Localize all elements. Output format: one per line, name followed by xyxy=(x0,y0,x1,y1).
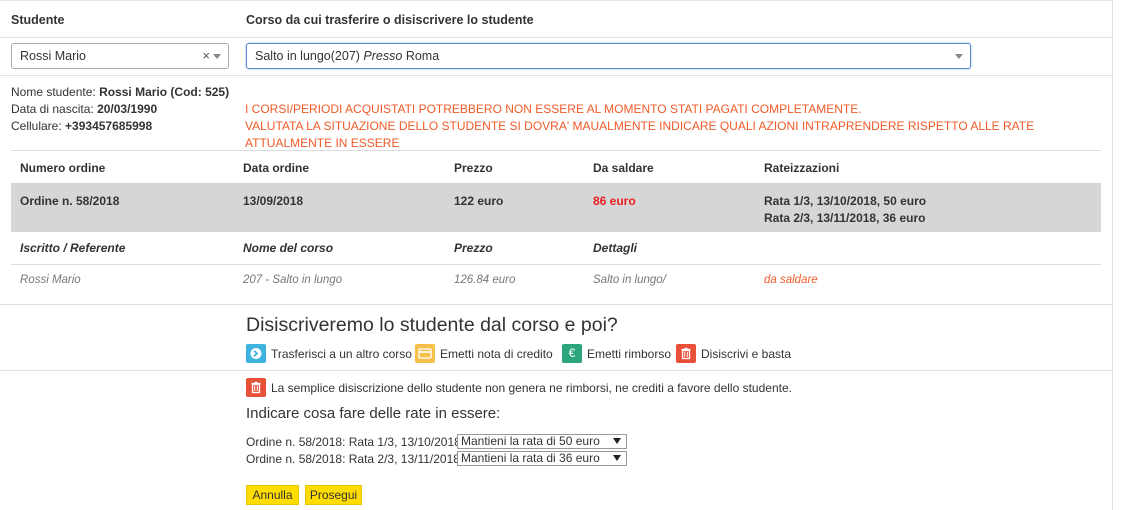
rate-line-2: Ordine n. 58/2018: Rata 2/3, 13/11/2018,… xyxy=(246,451,627,467)
enrollment-subheader: Iscritto / Referente Nome del corso Prez… xyxy=(11,232,1101,265)
birth-value: 20/03/1990 xyxy=(97,102,158,116)
warning-line-1: I CORSI/PERIODI ACQUISTATI POTREBBERO NO… xyxy=(245,102,862,116)
enrolled-name: Rossi Mario xyxy=(20,274,81,286)
divider xyxy=(0,370,1112,371)
order-price: 122 euro xyxy=(454,194,504,208)
col-sub-price: Prezzo xyxy=(454,241,493,255)
trash-icon xyxy=(676,344,696,363)
credit-note-button[interactable]: Emetti nota di credito xyxy=(415,344,558,364)
rate-action-select[interactable]: Mantieni la rata di 36 euro xyxy=(457,451,627,466)
installment-1: Rata 1/3, 13/10/2018, 50 euro xyxy=(764,194,927,208)
col-details: Dettagli xyxy=(593,241,638,255)
rate-action-value: Mantieni la rata di 36 euro xyxy=(461,451,600,465)
proceed-button[interactable]: Prosegui xyxy=(305,485,362,505)
transfer-button[interactable]: Trasferisci a un altro corso xyxy=(246,344,412,364)
col-price: Prezzo xyxy=(454,161,493,175)
student-info: Nome studente: Rossi Mario (Cod: 525) Da… xyxy=(11,84,229,135)
course-city: Roma xyxy=(405,49,440,63)
col-order-number: Numero ordine xyxy=(20,161,106,175)
refund-button[interactable]: € Emetti rimborso xyxy=(562,344,672,364)
table-row: Rossi Mario 207 - Salto in lungo 126.84 … xyxy=(11,265,1101,303)
order-due: 86 euro xyxy=(593,194,636,208)
student-column-header: Studente xyxy=(11,13,65,27)
cancel-button[interactable]: Annulla xyxy=(246,485,299,505)
payment-warning: I CORSI/PERIODI ACQUISTATI POTREBBERO NO… xyxy=(245,101,1121,152)
student-select[interactable]: Rossi Mario × xyxy=(11,43,229,69)
order-date: 13/09/2018 xyxy=(243,194,304,208)
chevron-down-icon xyxy=(613,455,621,461)
euro-icon: € xyxy=(562,344,582,363)
transfer-label: Trasferisci a un altro corso xyxy=(271,347,412,361)
arrow-right-icon xyxy=(246,344,266,363)
refund-label: Emetti rimborso xyxy=(587,347,672,361)
rate-line-1: Ordine n. 58/2018: Rata 1/3, 13/10/2018,… xyxy=(246,434,627,450)
notice-text: La semplice disiscrizione dello studente… xyxy=(271,381,792,395)
name-label: Nome studente: xyxy=(11,85,96,99)
birth-label: Data di nascita: xyxy=(11,102,94,116)
unsubscribe-label: Disiscrivi e basta xyxy=(701,347,792,361)
col-enrolled: Iscritto / Referente xyxy=(20,241,126,255)
divider xyxy=(0,304,1112,305)
table-row: Ordine n. 58/2018 13/09/2018 122 euro 86… xyxy=(11,183,1101,232)
header-row: Studente Corso da cui trasferire o disis… xyxy=(0,0,1112,38)
col-due: Da saldare xyxy=(593,161,654,175)
action-question: Disiscriveremo lo studente dal corso e p… xyxy=(246,314,618,336)
col-installments: Rateizzazioni xyxy=(764,161,840,175)
course-price: 126.84 euro xyxy=(454,274,516,286)
clear-icon[interactable]: × xyxy=(202,44,210,68)
rate-action-value: Mantieni la rata di 50 euro xyxy=(461,434,600,448)
course-presso-label: Presso xyxy=(363,49,403,63)
course-column-header: Corso da cui trasferire o disiscrivere l… xyxy=(246,13,534,27)
course-details: Salto in lungo/ xyxy=(593,274,666,286)
chevron-down-icon xyxy=(955,54,963,59)
unsubscribe-button[interactable]: Disiscrivi e basta xyxy=(676,344,791,364)
chevron-down-icon xyxy=(213,54,221,59)
installment-2: Rata 2/3, 13/11/2018, 36 euro xyxy=(764,211,926,225)
rates-question: Indicare cosa fare delle rate in essere: xyxy=(246,405,501,422)
student-select-value: Rossi Mario xyxy=(20,49,86,63)
credit-card-icon xyxy=(415,344,435,363)
phone-value: +393457685998 xyxy=(65,119,153,133)
trash-icon xyxy=(246,378,266,397)
course-select-value: Salto in lungo(207) xyxy=(255,49,360,63)
phone-label: Cellulare: xyxy=(11,119,62,133)
col-order-date: Data ordine xyxy=(243,161,310,175)
course-name: 207 - Salto in lungo xyxy=(243,274,343,286)
orders-table-header: Numero ordine Data ordine Prezzo Da sald… xyxy=(11,150,1101,183)
name-value: Rossi Mario (Cod: 525) xyxy=(99,85,230,99)
order-number: Ordine n. 58/2018 xyxy=(20,194,120,208)
credit-note-label: Emetti nota di credito xyxy=(440,347,553,361)
course-select[interactable]: Salto in lungo(207) Presso Roma xyxy=(246,43,971,69)
select-row: Rossi Mario × Salto in lungo(207) Presso… xyxy=(0,37,1112,76)
chevron-down-icon xyxy=(613,438,621,444)
rate-action-select[interactable]: Mantieni la rata di 50 euro xyxy=(457,434,627,449)
rate-label: Ordine n. 58/2018: Rata 2/3, 13/11/2018, xyxy=(246,452,464,466)
col-course-name: Nome del corso xyxy=(243,241,334,255)
rate-label: Ordine n. 58/2018: Rata 1/3, 13/10/2018, xyxy=(246,435,465,449)
order-installments: Rata 1/3, 13/10/2018, 50 euro Rata 2/3, … xyxy=(764,193,926,227)
warning-line-2: VALUTATA LA SITUAZIONE DELLO STUDENTE SI… xyxy=(245,119,1035,150)
status-badge: da saldare xyxy=(764,274,818,286)
